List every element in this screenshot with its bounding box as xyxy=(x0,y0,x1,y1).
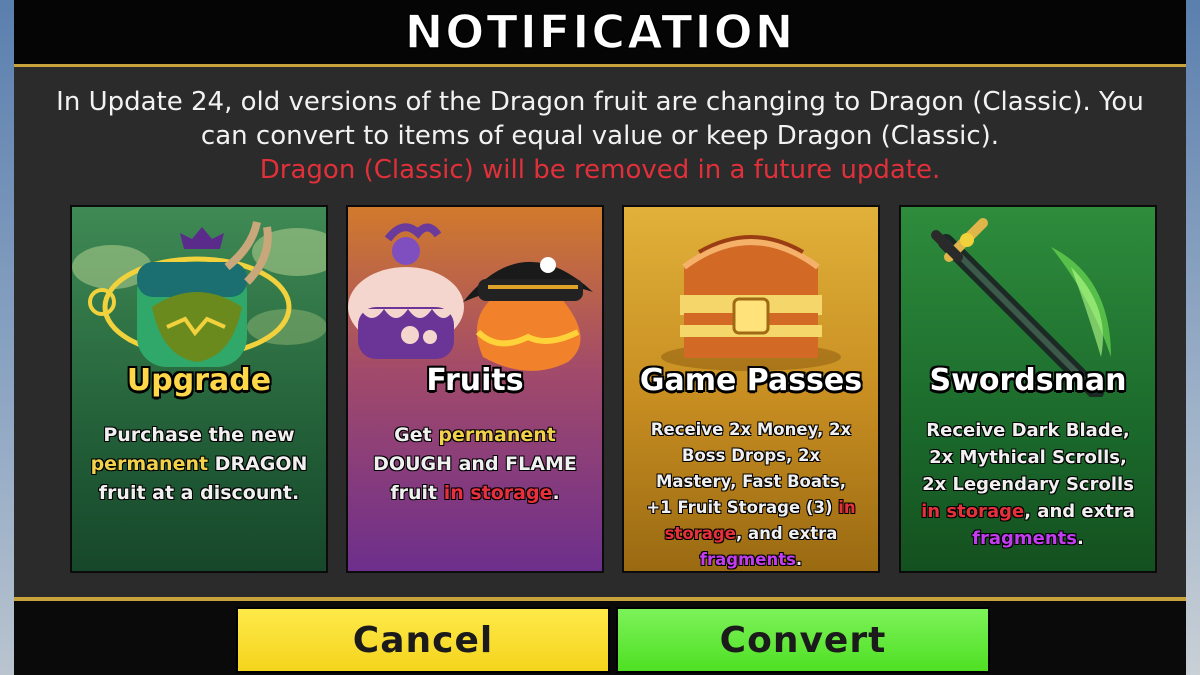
background-right xyxy=(1186,0,1200,675)
card-swordsman-desc: Receive Dark Blade, 2x Mythical Scrolls,… xyxy=(913,417,1143,552)
desc-line: . xyxy=(795,550,803,569)
dialog-footer: Cancel Convert xyxy=(14,601,1186,675)
card-game-passes-title: Game Passes xyxy=(639,363,863,398)
desc-highlight: fragments xyxy=(972,528,1077,549)
dialog-warning: Dragon (Classic) will be removed in a fu… xyxy=(259,155,941,185)
desc-line: fruit xyxy=(390,482,444,504)
desc-highlight: permanent xyxy=(438,424,556,446)
background-left xyxy=(0,0,14,675)
dialog-message: In Update 24, old versions of the Dragon… xyxy=(56,87,1144,151)
cancel-button[interactable]: Cancel xyxy=(236,607,610,673)
card-fruits[interactable]: Fruits Get permanent DOUGH and FLAME fru… xyxy=(346,205,604,573)
card-game-passes[interactable]: Game Passes Receive 2x Money, 2x Boss Dr… xyxy=(622,205,880,573)
desc-highlight: in storage xyxy=(921,501,1025,522)
desc-line: Boss Drops, 2x xyxy=(681,446,821,465)
desc-line: Receive Dark Blade, xyxy=(926,420,1130,441)
desc-line: , and extra xyxy=(735,524,838,543)
card-upgrade-desc: Purchase the new permanent DRAGON fruit … xyxy=(84,421,314,508)
desc-line: fruit at a discount. xyxy=(98,482,300,504)
dialog-body: In Update 24, old versions of the Dragon… xyxy=(14,67,1186,601)
desc-line: Mastery, Fast Boats, xyxy=(656,472,846,491)
card-fruits-desc: Get permanent DOUGH and FLAME fruit in s… xyxy=(360,421,590,508)
card-fruits-title: Fruits xyxy=(426,363,524,398)
desc-line: Get xyxy=(394,424,439,446)
desc-line: DOUGH and FLAME xyxy=(373,453,577,475)
dialog-titlebar: NOTIFICATION xyxy=(14,0,1186,67)
card-upgrade[interactable]: Upgrade Purchase the new permanent DRAGO… xyxy=(70,205,328,573)
card-swordsman-title: Swordsman xyxy=(929,363,1127,398)
desc-line: , and extra xyxy=(1024,501,1135,522)
desc-line: . xyxy=(1077,528,1084,549)
desc-line: Receive 2x Money, 2x xyxy=(650,420,852,439)
desc-highlight: fragments xyxy=(699,550,796,569)
desc-highlight: permanent xyxy=(90,453,209,475)
card-game-passes-desc: Receive 2x Money, 2x Boss Drops, 2x Mast… xyxy=(636,417,866,571)
dialog-title: NOTIFICATION xyxy=(404,4,796,60)
desc-line: 2x Legendary Scrolls xyxy=(922,474,1134,495)
desc-line: . xyxy=(552,482,560,504)
card-swordsman[interactable]: Swordsman Receive Dark Blade, 2x Mythica… xyxy=(899,205,1157,573)
desc-line: DRAGON xyxy=(208,453,308,475)
desc-highlight: in storage xyxy=(443,482,553,504)
desc-line: 2x Mythical Scrolls, xyxy=(929,447,1127,468)
desc-line: Purchase the new xyxy=(103,424,295,446)
option-cards: Upgrade Purchase the new permanent DRAGO… xyxy=(70,205,1157,573)
desc-highlight: storage xyxy=(664,524,736,543)
desc-highlight: in xyxy=(838,498,856,517)
card-upgrade-title: Upgrade xyxy=(126,363,272,398)
desc-line: +1 Fruit Storage (3) xyxy=(646,498,839,517)
convert-button[interactable]: Convert xyxy=(616,607,990,673)
notification-dialog: NOTIFICATION In Update 24, old versions … xyxy=(14,0,1186,675)
dialog-message-block: In Update 24, old versions of the Dragon… xyxy=(34,85,1166,187)
